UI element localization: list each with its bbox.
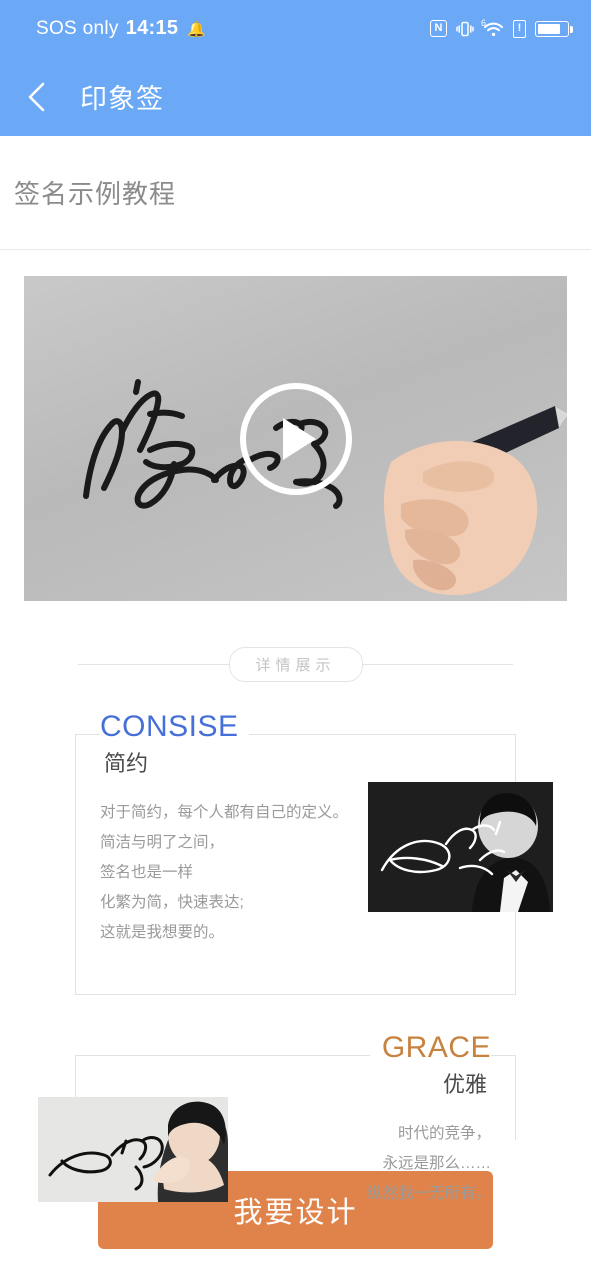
wifi-generation-label: 6 [481, 17, 487, 28]
body-line: 简洁与明了之间， [100, 834, 225, 851]
status-bar: SOS only 14:15 🔔 N 6 ! [0, 0, 591, 57]
divider-line-right [362, 664, 514, 665]
body-line: 对于简约，每个人都有自己的定义。 [100, 804, 349, 821]
nfc-icon: N [430, 20, 447, 37]
detail-card-consise: CONSISE 简约 对于简约，每个人都有自己的定义。 简洁与明了之间， 签名也… [0, 710, 591, 995]
card-title-en: GRACE [381, 1031, 491, 1064]
chevron-left-icon [28, 82, 45, 111]
page-title: 印象签 [80, 84, 164, 114]
body-line: 这就是我想要的。 [100, 924, 225, 941]
card-heading: GRACE 优雅 [369, 1031, 491, 1099]
carrier-label: SOS only [36, 17, 119, 39]
card-heading: CONSISE 简约 [100, 710, 249, 778]
page-content: 签名示例教程 详情展示 CONSISE 简约 对于简约，每个人都有自己的定义。 … [0, 136, 591, 1280]
body-line: 签名也是一样 [100, 864, 194, 881]
wifi-icon: 6 [481, 17, 504, 37]
video-player[interactable] [24, 276, 567, 601]
section-title: 签名示例教程 [14, 179, 177, 209]
play-icon [283, 417, 316, 460]
divider-line-left [78, 664, 229, 665]
status-bar-right: N 6 ! [430, 17, 573, 38]
section-divider-line [0, 249, 591, 250]
body-line: 永远是那么…… [382, 1155, 491, 1172]
nav-bar: 印象签 [0, 57, 591, 136]
body-line: 时代的竞争， [397, 1125, 491, 1142]
body-line: 纵然我一无所有， [366, 1185, 491, 1202]
app-screen: SOS only 14:15 🔔 N 6 ! 印象签 签名示例教程 详情展示 C… [0, 0, 591, 1280]
battery-icon [535, 20, 573, 37]
clock-label: 14:15 [125, 17, 179, 39]
card-body-text: 对于简约，每个人都有自己的定义。 简洁与明了之间， 签名也是一样 化繁为简，快速… [100, 798, 348, 948]
card-title-cn: 简约 [104, 751, 149, 776]
vibrate-icon [456, 20, 474, 38]
card-body-text: 时代的竞争， 永远是那么…… 纵然我一无所有， [367, 1119, 491, 1209]
detail-divider: 详情展示 [0, 647, 591, 682]
divider-label: 详情展示 [228, 647, 363, 682]
status-bar-left: SOS only 14:15 🔔 [36, 17, 206, 40]
tutorial-section-header: 签名示例教程 [0, 136, 591, 250]
card-title-en: CONSISE [100, 710, 239, 743]
bell-icon: 🔔 [187, 20, 207, 38]
play-button[interactable] [239, 382, 352, 495]
card-title-cn: 优雅 [442, 1072, 487, 1097]
body-line: 化繁为简，快速表达; [100, 894, 244, 911]
alert-icon: ! [513, 19, 526, 38]
back-button[interactable] [20, 80, 54, 114]
card-photo-consise [368, 782, 553, 912]
card-photo-grace [38, 1097, 228, 1202]
